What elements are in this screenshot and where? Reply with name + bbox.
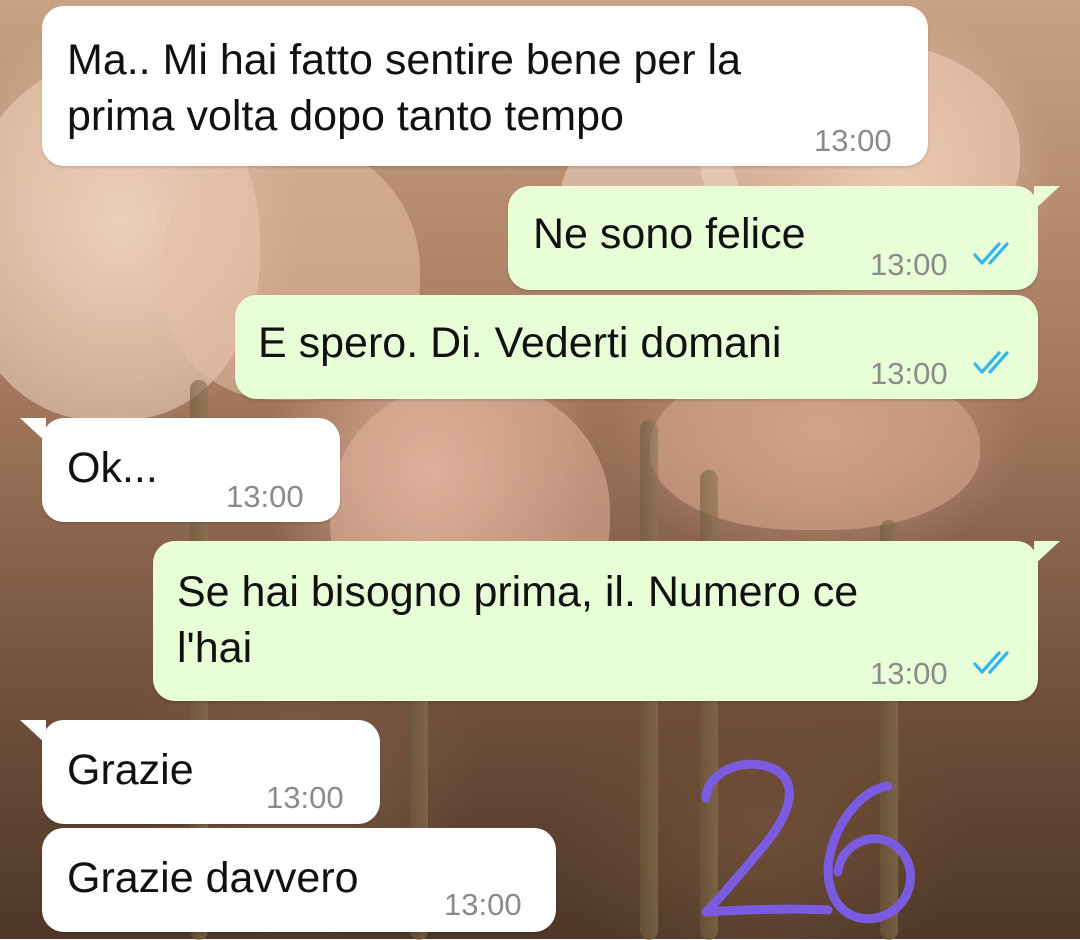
handwriting-drawing — [701, 759, 916, 924]
message-bubble-incoming[interactable]: Ma.. Mi hai fatto sentire bene per la pr… — [42, 6, 928, 166]
message-time: 13:00 — [870, 656, 948, 691]
message-text: Ne sono felice — [533, 210, 806, 258]
bubble-tail — [20, 720, 46, 744]
message-bubble-incoming[interactable]: Ok... 13:00 — [20, 418, 340, 522]
double-check-icon — [973, 351, 1009, 374]
message-text: Grazie davvero — [67, 854, 359, 902]
bubble-tail — [20, 418, 46, 442]
bubble-tail — [1034, 541, 1060, 565]
message-bubble-outgoing[interactable]: E spero. Di. Vederti domani 13:00 — [235, 295, 1038, 399]
double-check-icon — [973, 242, 1009, 265]
message-time: 13:00 — [870, 356, 948, 391]
handwritten-number-overlay: 26 — [690, 750, 930, 930]
message-time: 13:00 — [226, 479, 304, 514]
message-bubble-outgoing[interactable]: Se hai bisogno prima, il. Numero ce l'ha… — [153, 541, 1060, 701]
bubble-tail — [1034, 186, 1060, 210]
message-time: 13:00 — [266, 780, 344, 815]
message-bubble-incoming[interactable]: Grazie 13:00 — [20, 720, 380, 824]
message-bubble-incoming[interactable]: Grazie davvero 13:00 — [42, 828, 556, 932]
message-text: Se hai bisogno prima, il. Numero ce l'ha… — [177, 568, 859, 672]
message-bubble-outgoing[interactable]: Ne sono felice 13:00 — [508, 186, 1060, 290]
message-text: Ma.. Mi hai fatto sentire bene per la pr… — [67, 36, 742, 140]
double-check-icon — [973, 651, 1009, 674]
message-text: Ok... — [67, 444, 158, 492]
message-time: 13:00 — [870, 247, 948, 282]
message-text: E spero. Di. Vederti domani — [258, 319, 782, 367]
message-text: Grazie — [67, 746, 194, 794]
message-time: 13:00 — [814, 123, 892, 158]
message-time: 13:00 — [444, 887, 522, 922]
